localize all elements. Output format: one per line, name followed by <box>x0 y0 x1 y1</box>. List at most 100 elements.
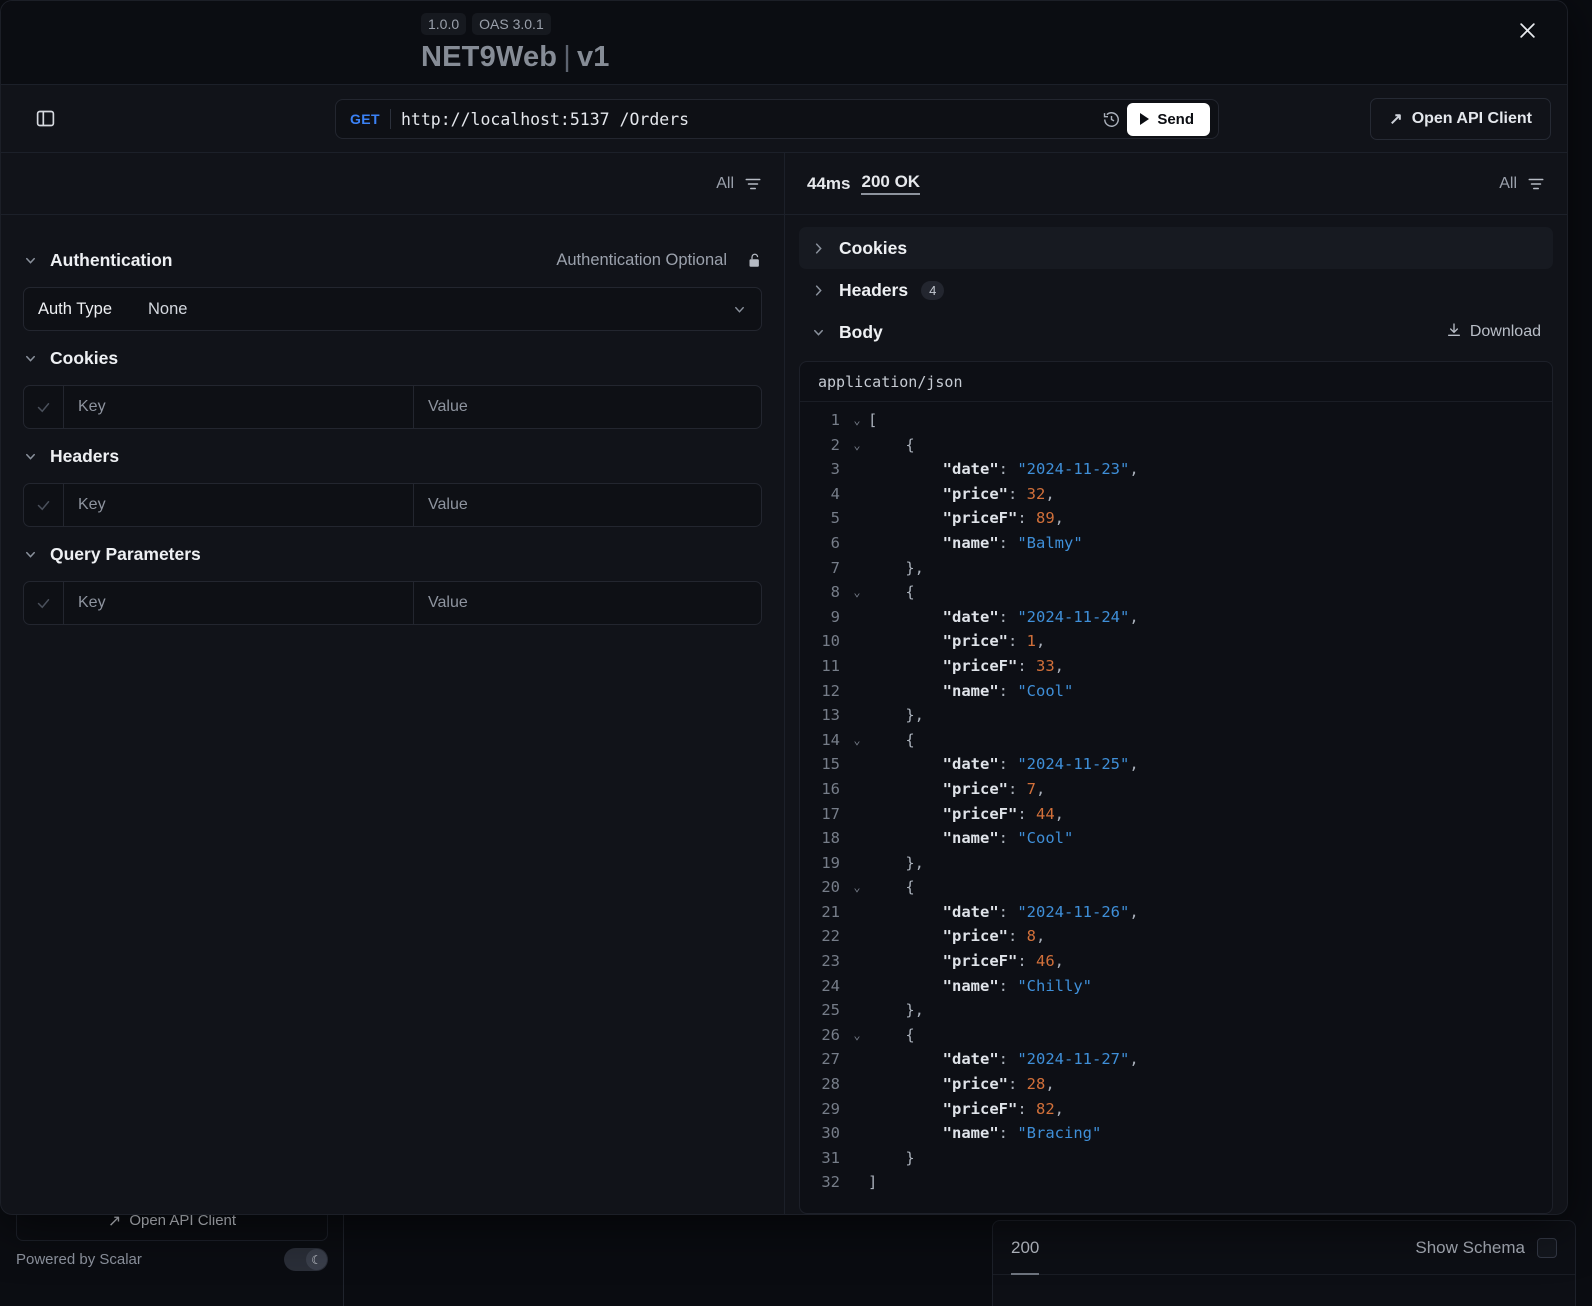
row-enabled-checkbox[interactable] <box>24 386 64 428</box>
code-text: "priceF": 89, <box>942 509 1064 528</box>
code-text: }, <box>868 558 924 577</box>
chevron-right-icon <box>811 283 826 298</box>
open-api-client-button[interactable]: ↗ Open API Client <box>1370 98 1551 140</box>
chevron-down-icon <box>811 325 826 340</box>
authentication-section-header[interactable]: Authentication Authentication Optional <box>23 241 762 279</box>
cookie-value-input[interactable]: Value <box>414 386 761 428</box>
response-body-card: application/json 1 ⌄[2 ⌄ {3 "date": "2024-… <box>799 361 1553 1214</box>
auth-type-select[interactable]: Auth Type None <box>23 287 762 331</box>
code-line: 20 ⌄ { <box>800 875 1552 900</box>
play-icon <box>1140 113 1150 125</box>
code-line: 24 "name": "Chilly" <box>800 974 1552 999</box>
chevron-down-icon[interactable]: ⌄ <box>846 728 868 753</box>
code-text: { <box>868 730 915 749</box>
show-schema-checkbox[interactable] <box>1537 1237 1557 1258</box>
url-value: http://localhost:5137 /Orders <box>400 109 690 129</box>
code-text: "date": "2024-11-27", <box>942 1050 1139 1069</box>
chevron-down-icon[interactable]: ⌄ <box>846 875 868 900</box>
cookies-section-header[interactable]: Cookies <box>23 339 762 377</box>
theme-toggle[interactable]: ☾ <box>284 1248 328 1271</box>
headers-section-header[interactable]: Headers <box>23 437 762 475</box>
response-meta: 44ms 200 OK <box>807 172 921 195</box>
history-clock-icon[interactable] <box>1102 110 1121 129</box>
chevron-down-icon <box>23 351 38 366</box>
code-line: 27 "date": "2024-11-27", <box>800 1047 1552 1072</box>
line-number: 23 <box>821 952 840 971</box>
header-key-input[interactable]: Key <box>64 484 414 526</box>
request-pane-header: All <box>1 153 784 215</box>
download-icon <box>1446 322 1462 343</box>
code-text: }, <box>868 1001 924 1020</box>
code-line: 16 "price": 7, <box>800 777 1552 802</box>
line-number: 3 <box>830 460 840 479</box>
line-number: 25 <box>821 1001 840 1020</box>
query-key-input[interactable]: Key <box>64 582 414 624</box>
cookie-key-input[interactable]: Key <box>64 386 414 428</box>
row-enabled-checkbox[interactable] <box>24 484 64 526</box>
response-cookies-section[interactable]: Cookies <box>799 227 1553 269</box>
response-filter[interactable]: All <box>1499 175 1545 193</box>
code-text: "price": 28, <box>942 1075 1055 1094</box>
code-line: 23 "priceF": 46, <box>800 949 1552 974</box>
code-line: 1 ⌄[ <box>800 408 1552 433</box>
chevron-down-icon[interactable]: ⌄ <box>846 580 868 605</box>
version-badge: 1.0.0 <box>421 13 467 35</box>
line-number: 27 <box>821 1050 840 1069</box>
code-line: 17 "priceF": 44, <box>800 802 1552 827</box>
query-value-input[interactable]: Value <box>414 582 761 624</box>
modal-header: 1.0.0 OAS 3.0.1 NET9Web | v1 <box>1 1 1567 85</box>
code-line: 6 "name": "Balmy" <box>800 531 1552 556</box>
authentication-optional-label: Authentication Optional <box>556 250 727 269</box>
code-line: 30 "name": "Bracing" <box>800 1121 1552 1146</box>
request-filter[interactable]: All <box>716 175 762 193</box>
code-line: 19 }, <box>800 851 1552 876</box>
header-value-input[interactable]: Value <box>414 484 761 526</box>
request-sections: Authentication Authentication Optional A… <box>1 215 784 625</box>
line-number: 30 <box>821 1124 840 1143</box>
query-parameters-section-header[interactable]: Query Parameters <box>23 535 762 573</box>
row-enabled-checkbox[interactable] <box>24 582 64 624</box>
code-text: "date": "2024-11-24", <box>942 607 1139 626</box>
code-line: 29 "priceF": 82, <box>800 1097 1552 1122</box>
line-number: 11 <box>821 656 840 675</box>
cookies-title: Cookies <box>50 347 119 368</box>
chevron-down-icon[interactable]: ⌄ <box>846 433 868 458</box>
send-button[interactable]: Send <box>1127 102 1210 136</box>
line-number: 5 <box>830 509 840 528</box>
code-line: 10 "price": 1, <box>800 629 1552 654</box>
code-line: 9 "date": "2024-11-24", <box>800 605 1552 630</box>
background-response-header: 200 Show Schema <box>993 1221 1575 1275</box>
response-status-tab[interactable]: 200 <box>1011 1238 1040 1275</box>
code-text: "priceF": 82, <box>942 1099 1064 1118</box>
code-line: 11 "priceF": 33, <box>800 654 1552 679</box>
code-text: { <box>868 583 915 602</box>
cookies-table-row: Key Value <box>23 385 762 429</box>
chevron-down-icon[interactable]: ⌄ <box>846 408 868 433</box>
sidebar-panel-icon[interactable] <box>25 99 65 139</box>
code-text: { <box>868 1025 915 1044</box>
filter-icon <box>744 175 762 193</box>
code-line: 3 "date": "2024-11-23", <box>800 457 1552 482</box>
code-line: 2 ⌄ { <box>800 433 1552 458</box>
json-code-viewer[interactable]: 1 ⌄[2 ⌄ {3 "date": "2024-11-23", 4 "price":… <box>800 402 1552 1213</box>
auth-type-value: None <box>148 299 188 318</box>
response-cookies-title: Cookies <box>839 237 908 258</box>
line-number: 7 <box>830 558 840 577</box>
line-number: 21 <box>821 902 840 921</box>
close-button[interactable] <box>1509 15 1545 51</box>
code-line: 12 "name": "Cool" <box>800 679 1552 704</box>
chevron-right-icon <box>811 241 826 256</box>
url-input[interactable]: GET http://localhost:5137 /Orders Send <box>335 99 1219 139</box>
title-separator: | <box>563 41 571 73</box>
response-body-section[interactable]: Body Download <box>799 311 1553 353</box>
background-response-card: 200 Show Schema <box>992 1220 1576 1306</box>
response-headers-section[interactable]: Headers 4 <box>799 269 1553 311</box>
line-number: 9 <box>830 607 840 626</box>
chevron-down-icon[interactable]: ⌄ <box>846 1023 868 1048</box>
response-filter-label: All <box>1499 174 1517 192</box>
line-number: 6 <box>830 533 840 552</box>
api-version: v1 <box>576 41 610 73</box>
download-button[interactable]: Download <box>1446 322 1541 343</box>
line-number: 19 <box>821 853 840 872</box>
request-pane: All Authentication Authentication Option… <box>1 153 785 1214</box>
